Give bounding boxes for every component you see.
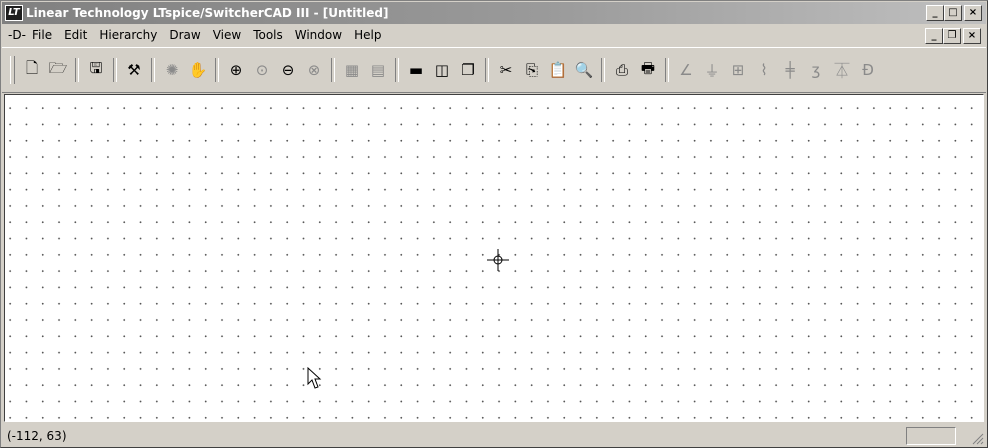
- menu-bar: -D- File Edit Hierarchy Draw View Tools …: [2, 25, 986, 45]
- app-window: LT Linear Technology LTspice/SwitcherCAD…: [0, 0, 988, 448]
- toolbar-separator: [395, 58, 399, 82]
- title-bar[interactable]: LT Linear Technology LTspice/SwitcherCAD…: [2, 2, 986, 24]
- menu-edit[interactable]: Edit: [58, 26, 93, 44]
- inductor-icon[interactable]: ʒ: [805, 59, 827, 81]
- resistor-icon[interactable]: ⌇: [753, 59, 775, 81]
- ground-icon[interactable]: ⏚: [701, 59, 723, 81]
- close-button[interactable]: ×: [964, 5, 982, 21]
- run-icon[interactable]: ✺: [161, 59, 183, 81]
- control-panel-icon[interactable]: ⚒: [123, 59, 145, 81]
- zoom-fit-icon[interactable]: ⊗: [303, 59, 325, 81]
- menu-tools[interactable]: Tools: [247, 26, 289, 44]
- menu-file[interactable]: File: [26, 26, 58, 44]
- toolbar-separator: [485, 58, 489, 82]
- print-icon[interactable]: 🖶: [637, 59, 659, 81]
- tile-horizontal-icon[interactable]: ▬: [405, 59, 427, 81]
- doc-minimize-button[interactable]: _: [925, 28, 943, 44]
- toolbar-separator: [75, 58, 79, 82]
- cascade-icon[interactable]: ❐: [457, 59, 479, 81]
- zoom-area-icon[interactable]: ⊙: [251, 59, 273, 81]
- tile-vertical-icon[interactable]: ◫: [431, 59, 453, 81]
- cut-icon[interactable]: ✂: [495, 59, 517, 81]
- minimize-button[interactable]: _: [926, 5, 944, 21]
- app-logo-icon: LT: [5, 5, 23, 21]
- toolbar-grip[interactable]: [10, 56, 15, 84]
- print-preview-icon[interactable]: ⎙: [611, 59, 633, 81]
- toolbar-separator: [331, 58, 335, 82]
- copy-icon[interactable]: ⎘: [521, 59, 543, 81]
- zoom-in-icon[interactable]: ⊕: [225, 59, 247, 81]
- open-icon[interactable]: 🗁: [47, 59, 69, 81]
- schematic-canvas[interactable]: [4, 94, 984, 422]
- capacitor-icon[interactable]: ╪: [779, 59, 801, 81]
- window-title: Linear Technology LTspice/SwitcherCAD II…: [26, 6, 389, 20]
- toolbar-separator: [113, 58, 117, 82]
- menu-window[interactable]: Window: [289, 26, 348, 44]
- menu-hierarchy[interactable]: Hierarchy: [93, 26, 163, 44]
- menu-help[interactable]: Help: [348, 26, 387, 44]
- maximize-button[interactable]: □: [944, 5, 962, 21]
- save-icon[interactable]: 🖫: [85, 59, 107, 81]
- document-icon[interactable]: -D-: [8, 28, 26, 42]
- status-panel: [906, 427, 956, 445]
- component-icon[interactable]: Ð: [857, 59, 879, 81]
- mouse-pointer-icon: [307, 367, 322, 389]
- grid-icon[interactable]: ▤: [367, 59, 389, 81]
- status-bar: (-112, 63): [2, 425, 986, 447]
- pan-icon[interactable]: ✋: [187, 59, 209, 81]
- wire-icon[interactable]: ∠: [675, 59, 697, 81]
- zoom-out-icon[interactable]: ⊖: [277, 59, 299, 81]
- resize-grip-icon[interactable]: [970, 431, 984, 445]
- toolbar: 🗋 🗁 🖫 ⚒ ✺ ✋ ⊕ ⊙ ⊖ ⊗ ▦ ▤ ▬ ◫ ❐ ✂ ⎘ 📋 🔍 ⎙ …: [2, 47, 986, 93]
- menu-draw[interactable]: Draw: [163, 26, 206, 44]
- toolbar-separator: [665, 58, 669, 82]
- new-schematic-icon[interactable]: 🗋: [21, 59, 43, 81]
- menu-view[interactable]: View: [207, 26, 247, 44]
- toolbar-separator: [215, 58, 219, 82]
- doc-restore-button[interactable]: ❐: [943, 28, 961, 44]
- paste-icon[interactable]: 📋: [547, 59, 569, 81]
- doc-close-button[interactable]: ×: [963, 28, 981, 44]
- cursor-coordinates: (-112, 63): [7, 429, 67, 443]
- crosshair-cursor-icon: [487, 249, 509, 271]
- toolbar-separator: [151, 58, 155, 82]
- autorange-icon[interactable]: ▦: [341, 59, 363, 81]
- diode-icon[interactable]: ⏄: [831, 59, 853, 81]
- label-icon[interactable]: ⊞: [727, 59, 749, 81]
- toolbar-separator: [601, 58, 605, 82]
- find-icon[interactable]: 🔍: [573, 59, 595, 81]
